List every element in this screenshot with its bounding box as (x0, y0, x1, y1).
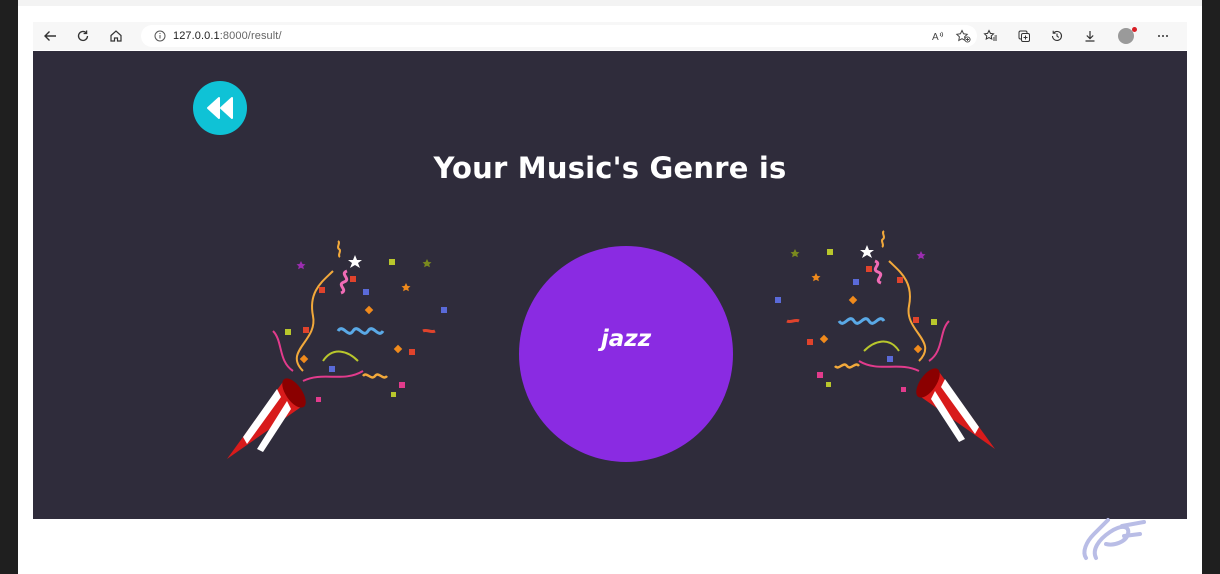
back-button[interactable] (33, 22, 66, 50)
collections-button[interactable] (1007, 22, 1040, 50)
url-host: 127.0.0.1 (173, 30, 220, 42)
url-text[interactable]: 127.0.0.1:8000/result/ (173, 30, 282, 42)
history-icon (1051, 30, 1062, 42)
profile-button[interactable] (1106, 22, 1146, 50)
profile-avatar (1118, 27, 1137, 44)
watermark-logo-icon (1082, 518, 1146, 560)
history-button[interactable] (1040, 22, 1073, 50)
arrow-left-icon (43, 31, 56, 41)
svg-text:A: A (932, 32, 939, 43)
favorites-list-icon (983, 29, 997, 41)
party-popper-right-icon (775, 230, 995, 449)
home-icon (109, 30, 122, 42)
info-icon (154, 30, 166, 42)
result-page: Your Music's Genre is jazz (33, 51, 1187, 519)
page-title: Your Music's Genre is (433, 151, 787, 185)
browser-toolbar: 127.0.0.1:8000/result/ A (33, 22, 1187, 50)
site-info-button[interactable] (147, 30, 173, 42)
downloads-button[interactable] (1073, 22, 1106, 50)
rewind-back-button[interactable] (193, 81, 247, 135)
more-icon (1157, 35, 1168, 37)
collections-icon (1018, 30, 1030, 42)
more-button[interactable] (1146, 22, 1179, 50)
address-bar[interactable]: 127.0.0.1:8000/result/ A (141, 25, 977, 47)
reload-button[interactable] (66, 22, 99, 50)
download-icon (1085, 31, 1094, 42)
favorite-add-icon[interactable] (955, 29, 971, 43)
genre-result-circle: jazz (519, 246, 733, 462)
rewind-icon (207, 97, 233, 119)
party-popper-left-icon (227, 240, 447, 459)
refresh-icon (77, 30, 88, 42)
home-button[interactable] (99, 22, 132, 50)
read-aloud-icon[interactable]: A (931, 29, 945, 43)
favorites-button[interactable] (974, 22, 1007, 50)
url-path: :8000/result/ (219, 30, 282, 42)
genre-label: jazz (600, 326, 652, 352)
